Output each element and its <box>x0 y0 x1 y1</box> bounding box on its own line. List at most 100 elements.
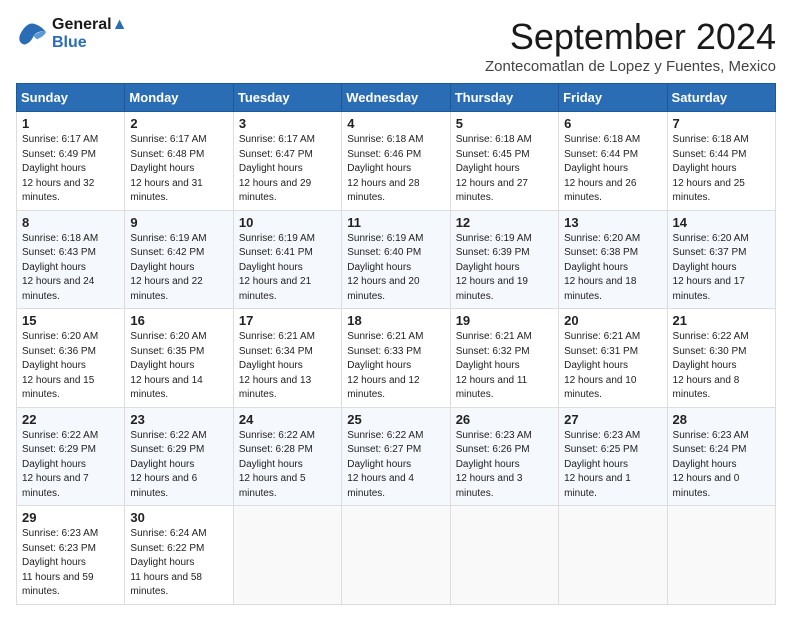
day-number: 19 <box>456 313 553 328</box>
day-info: Sunrise: 6:17 AM Sunset: 6:47 PM Dayligh… <box>239 133 336 206</box>
day-number: 26 <box>456 412 553 427</box>
day-info: Sunrise: 6:22 AM Sunset: 6:29 PM Dayligh… <box>22 429 119 502</box>
calendar-day-cell: 20 Sunrise: 6:21 AM Sunset: 6:31 PM Dayl… <box>559 309 667 408</box>
day-number: 11 <box>347 215 444 230</box>
calendar-day-cell: 3 Sunrise: 6:17 AM Sunset: 6:47 PM Dayli… <box>233 112 341 211</box>
day-info: Sunrise: 6:21 AM Sunset: 6:31 PM Dayligh… <box>564 330 661 403</box>
day-number: 20 <box>564 313 661 328</box>
calendar-table: SundayMondayTuesdayWednesdayThursdayFrid… <box>16 83 776 605</box>
weekday-header: Sunday <box>17 84 125 112</box>
day-info: Sunrise: 6:18 AM Sunset: 6:44 PM Dayligh… <box>673 133 770 206</box>
day-info: Sunrise: 6:18 AM Sunset: 6:45 PM Dayligh… <box>456 133 553 206</box>
weekday-header: Wednesday <box>342 84 450 112</box>
calendar-day-cell: 29 Sunrise: 6:23 AM Sunset: 6:23 PM Dayl… <box>17 506 125 605</box>
day-info: Sunrise: 6:19 AM Sunset: 6:39 PM Dayligh… <box>456 232 553 305</box>
calendar-week-row: 22 Sunrise: 6:22 AM Sunset: 6:29 PM Dayl… <box>17 407 776 506</box>
day-info: Sunrise: 6:22 AM Sunset: 6:30 PM Dayligh… <box>673 330 770 403</box>
day-info: Sunrise: 6:19 AM Sunset: 6:41 PM Dayligh… <box>239 232 336 305</box>
day-info: Sunrise: 6:24 AM Sunset: 6:22 PM Dayligh… <box>130 527 227 600</box>
day-info: Sunrise: 6:21 AM Sunset: 6:32 PM Dayligh… <box>456 330 553 403</box>
day-info: Sunrise: 6:22 AM Sunset: 6:29 PM Dayligh… <box>130 429 227 502</box>
calendar-day-cell <box>233 506 341 605</box>
calendar-day-cell: 8 Sunrise: 6:18 AM Sunset: 6:43 PM Dayli… <box>17 210 125 309</box>
weekday-header-row: SundayMondayTuesdayWednesdayThursdayFrid… <box>17 84 776 112</box>
calendar-day-cell: 14 Sunrise: 6:20 AM Sunset: 6:37 PM Dayl… <box>667 210 775 309</box>
day-number: 14 <box>673 215 770 230</box>
calendar-day-cell: 21 Sunrise: 6:22 AM Sunset: 6:30 PM Dayl… <box>667 309 775 408</box>
day-number: 1 <box>22 116 119 131</box>
weekday-header: Saturday <box>667 84 775 112</box>
day-number: 27 <box>564 412 661 427</box>
day-info: Sunrise: 6:17 AM Sunset: 6:49 PM Dayligh… <box>22 133 119 206</box>
calendar-day-cell: 9 Sunrise: 6:19 AM Sunset: 6:42 PM Dayli… <box>125 210 233 309</box>
calendar-day-cell: 16 Sunrise: 6:20 AM Sunset: 6:35 PM Dayl… <box>125 309 233 408</box>
weekday-header: Tuesday <box>233 84 341 112</box>
day-number: 17 <box>239 313 336 328</box>
logo: General▲ Blue <box>16 16 127 52</box>
day-number: 16 <box>130 313 227 328</box>
day-number: 7 <box>673 116 770 131</box>
day-info: Sunrise: 6:21 AM Sunset: 6:33 PM Dayligh… <box>347 330 444 403</box>
day-info: Sunrise: 6:18 AM Sunset: 6:43 PM Dayligh… <box>22 232 119 305</box>
weekday-header: Thursday <box>450 84 558 112</box>
day-number: 21 <box>673 313 770 328</box>
calendar-week-row: 8 Sunrise: 6:18 AM Sunset: 6:43 PM Dayli… <box>17 210 776 309</box>
day-number: 28 <box>673 412 770 427</box>
day-info: Sunrise: 6:20 AM Sunset: 6:37 PM Dayligh… <box>673 232 770 305</box>
day-info: Sunrise: 6:18 AM Sunset: 6:44 PM Dayligh… <box>564 133 661 206</box>
day-info: Sunrise: 6:18 AM Sunset: 6:46 PM Dayligh… <box>347 133 444 206</box>
day-info: Sunrise: 6:20 AM Sunset: 6:38 PM Dayligh… <box>564 232 661 305</box>
day-number: 3 <box>239 116 336 131</box>
calendar-day-cell: 11 Sunrise: 6:19 AM Sunset: 6:40 PM Dayl… <box>342 210 450 309</box>
weekday-header: Monday <box>125 84 233 112</box>
calendar-day-cell: 7 Sunrise: 6:18 AM Sunset: 6:44 PM Dayli… <box>667 112 775 211</box>
month-title: September 2024 <box>485 16 776 58</box>
calendar-day-cell: 26 Sunrise: 6:23 AM Sunset: 6:26 PM Dayl… <box>450 407 558 506</box>
day-info: Sunrise: 6:23 AM Sunset: 6:23 PM Dayligh… <box>22 527 119 600</box>
day-number: 15 <box>22 313 119 328</box>
day-info: Sunrise: 6:17 AM Sunset: 6:48 PM Dayligh… <box>130 133 227 206</box>
day-info: Sunrise: 6:23 AM Sunset: 6:24 PM Dayligh… <box>673 429 770 502</box>
day-number: 22 <box>22 412 119 427</box>
weekday-header: Friday <box>559 84 667 112</box>
day-info: Sunrise: 6:23 AM Sunset: 6:26 PM Dayligh… <box>456 429 553 502</box>
day-number: 12 <box>456 215 553 230</box>
day-number: 4 <box>347 116 444 131</box>
day-number: 23 <box>130 412 227 427</box>
calendar-week-row: 29 Sunrise: 6:23 AM Sunset: 6:23 PM Dayl… <box>17 506 776 605</box>
calendar-day-cell: 24 Sunrise: 6:22 AM Sunset: 6:28 PM Dayl… <box>233 407 341 506</box>
logo-icon <box>16 20 48 48</box>
day-info: Sunrise: 6:21 AM Sunset: 6:34 PM Dayligh… <box>239 330 336 403</box>
calendar-day-cell: 30 Sunrise: 6:24 AM Sunset: 6:22 PM Dayl… <box>125 506 233 605</box>
day-info: Sunrise: 6:22 AM Sunset: 6:27 PM Dayligh… <box>347 429 444 502</box>
calendar-day-cell: 17 Sunrise: 6:21 AM Sunset: 6:34 PM Dayl… <box>233 309 341 408</box>
day-info: Sunrise: 6:19 AM Sunset: 6:40 PM Dayligh… <box>347 232 444 305</box>
day-info: Sunrise: 6:19 AM Sunset: 6:42 PM Dayligh… <box>130 232 227 305</box>
title-section: September 2024 Zontecomatlan de Lopez y … <box>485 16 776 75</box>
day-number: 18 <box>347 313 444 328</box>
day-number: 25 <box>347 412 444 427</box>
calendar-day-cell: 12 Sunrise: 6:19 AM Sunset: 6:39 PM Dayl… <box>450 210 558 309</box>
calendar-week-row: 15 Sunrise: 6:20 AM Sunset: 6:36 PM Dayl… <box>17 309 776 408</box>
calendar-day-cell: 18 Sunrise: 6:21 AM Sunset: 6:33 PM Dayl… <box>342 309 450 408</box>
day-info: Sunrise: 6:23 AM Sunset: 6:25 PM Dayligh… <box>564 429 661 502</box>
calendar-day-cell: 23 Sunrise: 6:22 AM Sunset: 6:29 PM Dayl… <box>125 407 233 506</box>
day-number: 9 <box>130 215 227 230</box>
calendar-day-cell: 4 Sunrise: 6:18 AM Sunset: 6:46 PM Dayli… <box>342 112 450 211</box>
calendar-day-cell: 6 Sunrise: 6:18 AM Sunset: 6:44 PM Dayli… <box>559 112 667 211</box>
calendar-day-cell: 22 Sunrise: 6:22 AM Sunset: 6:29 PM Dayl… <box>17 407 125 506</box>
calendar-day-cell: 15 Sunrise: 6:20 AM Sunset: 6:36 PM Dayl… <box>17 309 125 408</box>
day-info: Sunrise: 6:20 AM Sunset: 6:36 PM Dayligh… <box>22 330 119 403</box>
calendar-day-cell: 1 Sunrise: 6:17 AM Sunset: 6:49 PM Dayli… <box>17 112 125 211</box>
calendar-day-cell: 25 Sunrise: 6:22 AM Sunset: 6:27 PM Dayl… <box>342 407 450 506</box>
day-number: 13 <box>564 215 661 230</box>
day-number: 8 <box>22 215 119 230</box>
day-info: Sunrise: 6:22 AM Sunset: 6:28 PM Dayligh… <box>239 429 336 502</box>
calendar-day-cell: 10 Sunrise: 6:19 AM Sunset: 6:41 PM Dayl… <box>233 210 341 309</box>
calendar-day-cell: 2 Sunrise: 6:17 AM Sunset: 6:48 PM Dayli… <box>125 112 233 211</box>
day-number: 29 <box>22 510 119 525</box>
day-number: 5 <box>456 116 553 131</box>
page-header: General▲ Blue September 2024 Zontecomatl… <box>16 16 776 75</box>
calendar-day-cell <box>559 506 667 605</box>
calendar-day-cell <box>342 506 450 605</box>
